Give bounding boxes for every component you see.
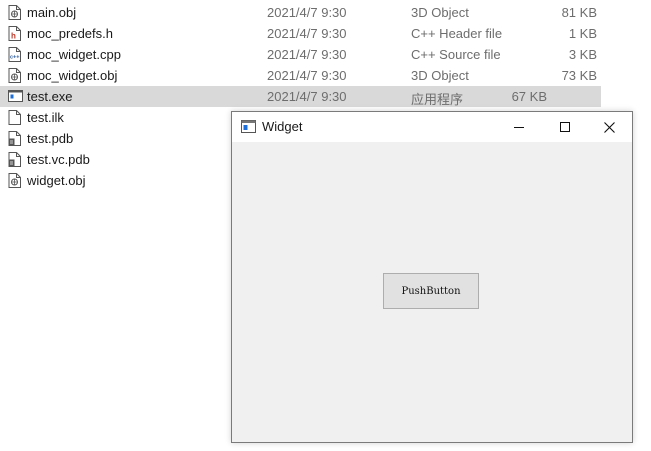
file-name: moc_widget.cpp (27, 47, 121, 62)
file-row-main-obj[interactable]: main.obj 2021/4/7 9:30 3D Object 81 KB (0, 2, 651, 23)
file-size: 67 KB (511, 89, 547, 104)
file-size: 73 KB (561, 68, 597, 83)
file-type: C++ Source file (411, 47, 501, 62)
cpp-file-icon: c++ (8, 47, 21, 62)
pdb-file-icon (8, 131, 21, 146)
minimize-icon (514, 127, 524, 128)
widget-window[interactable]: Widget PushButton (231, 111, 633, 443)
svg-text:c++: c++ (10, 55, 19, 61)
minimize-button[interactable] (496, 112, 542, 142)
maximize-button[interactable] (542, 112, 588, 142)
file-type: C++ Header file (411, 26, 503, 41)
file-type: 应用程序 (411, 92, 464, 107)
obj-file-icon (8, 5, 21, 20)
desktop-screen: main.obj 2021/4/7 9:30 3D Object 81 KB h… (0, 0, 651, 451)
close-icon (603, 121, 615, 133)
file-name: test.vc.pdb (27, 152, 90, 167)
qt-window-icon (241, 120, 256, 133)
file-name: moc_widget.obj (27, 68, 118, 83)
obj-file-icon (8, 68, 21, 83)
file-row-moc-widget-obj[interactable]: moc_widget.obj 2021/4/7 9:30 3D Object 7… (0, 65, 651, 86)
file-row-moc-predefs-h[interactable]: h moc_predefs.h 2021/4/7 9:30 C++ Header… (0, 23, 651, 44)
pdb-file-icon (8, 152, 21, 167)
close-button[interactable] (586, 112, 632, 142)
svg-text:h: h (11, 32, 16, 41)
maximize-icon (560, 122, 570, 132)
obj-file-icon (8, 173, 21, 188)
window-title: Widget (262, 119, 303, 134)
file-size: 81 KB (561, 5, 597, 20)
file-name: widget.obj (27, 173, 86, 188)
file-size: 1 KB (568, 26, 597, 41)
file-type: 3D Object (411, 68, 469, 83)
file-type: 3D Object (411, 5, 469, 20)
window-title-bar[interactable]: Widget (232, 112, 632, 142)
file-size: 3 KB (568, 47, 597, 62)
file-name: main.obj (27, 5, 77, 20)
generic-file-icon (8, 110, 21, 125)
window-client-area: PushButton (232, 142, 632, 441)
file-date: 2021/4/7 9:30 (267, 5, 347, 20)
file-name: test.pdb (27, 131, 74, 146)
file-date: 2021/4/7 9:30 (267, 89, 347, 104)
file-name: moc_predefs.h (27, 26, 113, 41)
file-row-moc-widget-cpp[interactable]: c++ moc_widget.cpp 2021/4/7 9:30 C++ Sou… (0, 44, 651, 65)
header-file-icon: h (8, 26, 21, 41)
file-date: 2021/4/7 9:30 (267, 47, 347, 62)
file-date: 2021/4/7 9:30 (267, 68, 347, 83)
file-date: 2021/4/7 9:30 (267, 26, 347, 41)
file-row-test-exe[interactable]: test.exe 2021/4/7 9:30 应用程序 67 KB (0, 86, 601, 107)
exe-file-icon (8, 89, 23, 104)
file-name: test.exe (27, 89, 73, 104)
file-name: test.ilk (27, 110, 64, 125)
push-button[interactable]: PushButton (383, 273, 479, 309)
